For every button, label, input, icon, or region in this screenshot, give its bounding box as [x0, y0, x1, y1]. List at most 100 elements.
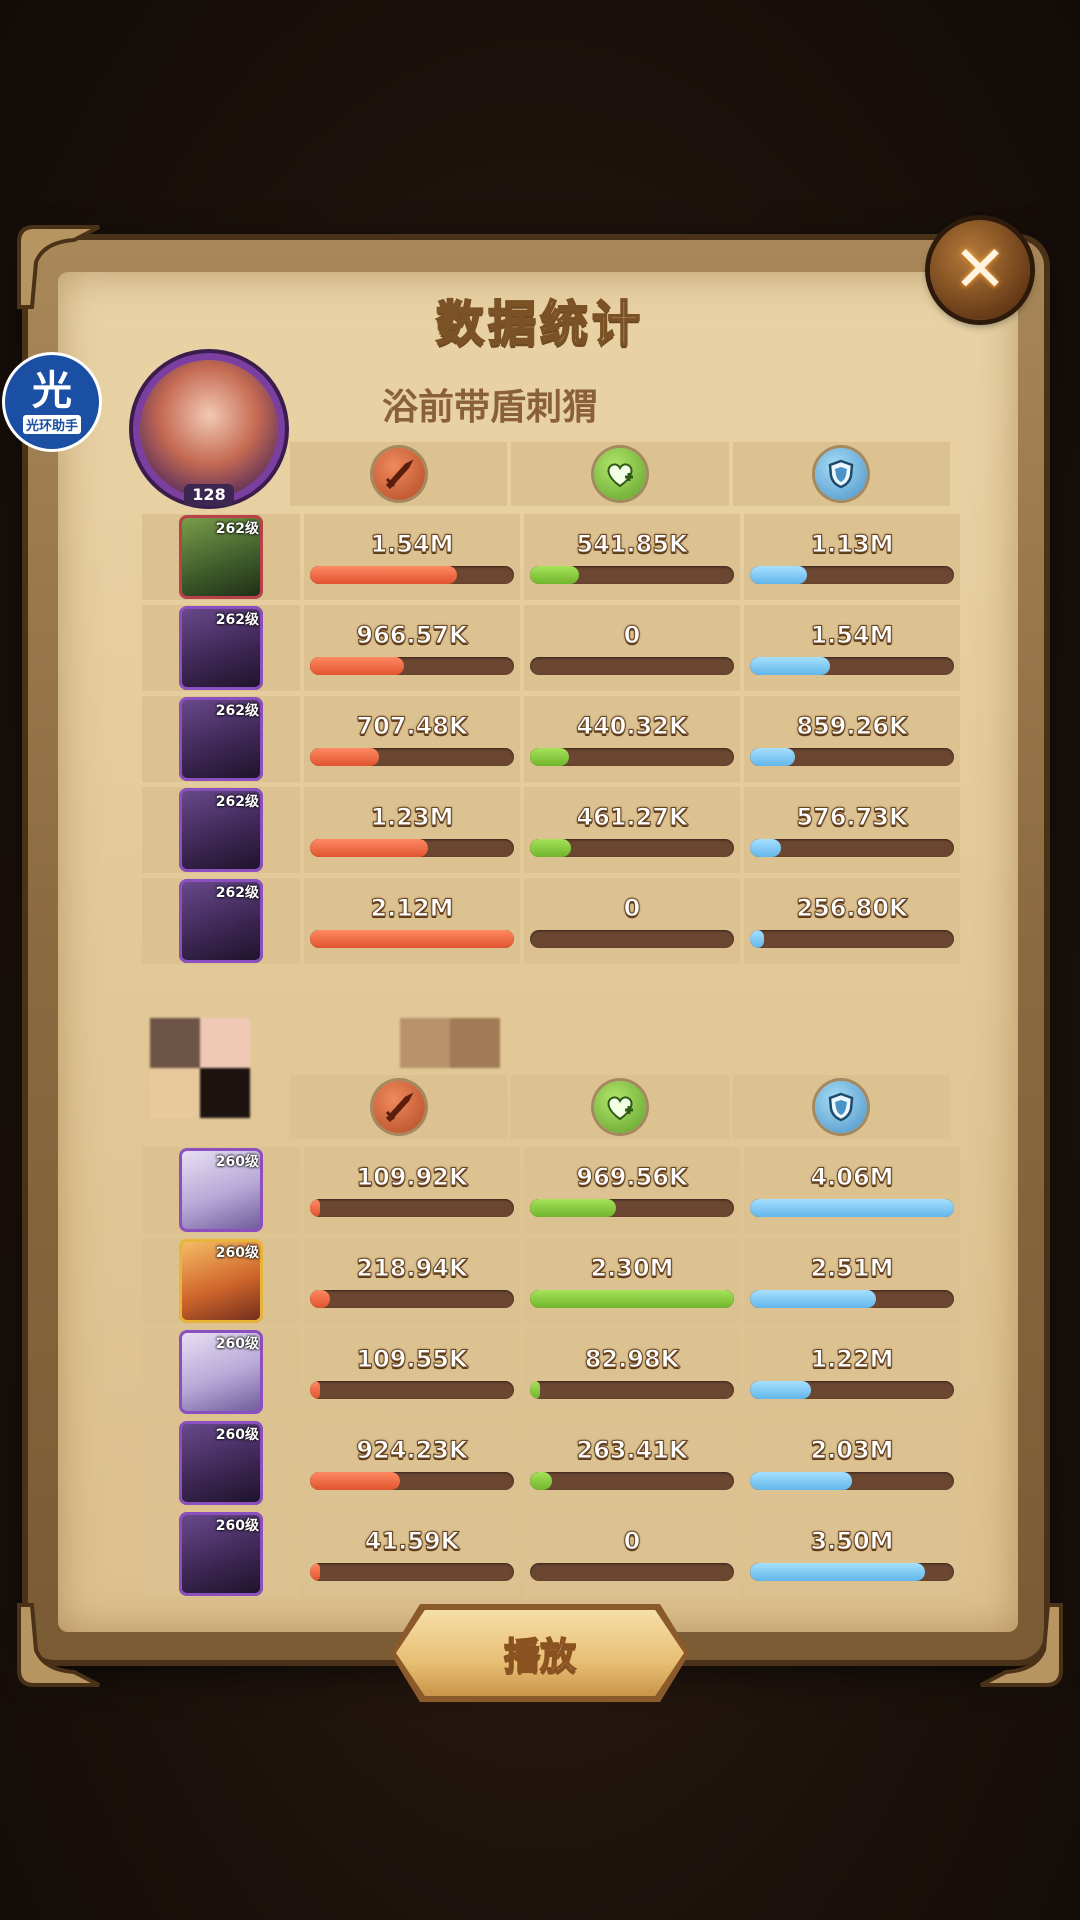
- heal-stat-cell: 82.98K: [524, 1329, 740, 1415]
- hero-portrait-cell: 260级: [142, 1147, 300, 1233]
- hero-portrait[interactable]: 262级: [179, 697, 263, 781]
- damage-bar-fill: [310, 1290, 331, 1308]
- damage-stat-cell: 218.94K: [304, 1238, 520, 1324]
- shield-bar-fill: [750, 1381, 812, 1399]
- header-damage: [290, 442, 508, 506]
- shield-bar: [750, 566, 954, 584]
- hero-level: 260级: [215, 1245, 259, 1261]
- hero-portrait[interactable]: 262级: [179, 515, 263, 599]
- shield-value: 2.03M: [810, 1436, 894, 1465]
- hero-portrait[interactable]: 262级: [179, 879, 263, 963]
- hero-portrait[interactable]: 262级: [179, 606, 263, 690]
- damage-stat-cell: 707.48K: [304, 696, 520, 782]
- shield-bar: [750, 1563, 954, 1581]
- heal-value: 0: [623, 621, 641, 650]
- shield-bar: [750, 1381, 954, 1399]
- watermark-glyph: 光: [32, 367, 72, 414]
- hero-stat-row: 262级 966.57K 0 1.54M: [142, 605, 960, 691]
- close-icon: ✕: [953, 233, 1007, 307]
- damage-stat-cell: 2.12M: [304, 878, 520, 964]
- shield-stat-cell: 1.13M: [744, 514, 960, 600]
- shield-bar-fill: [750, 1472, 852, 1490]
- hero-portrait[interactable]: 260级: [179, 1330, 263, 1414]
- hero-portrait[interactable]: 260级: [179, 1512, 263, 1596]
- close-button[interactable]: ✕: [930, 220, 1030, 320]
- damage-bar: [310, 1381, 514, 1399]
- page-title: 数据统计: [435, 295, 644, 353]
- damage-bar-fill: [310, 1472, 400, 1490]
- damage-value: 2.12M: [370, 894, 454, 923]
- damage-value: 966.57K: [356, 621, 468, 650]
- heal-bar-fill: [530, 1290, 734, 1308]
- watermark-logo: 光 光环助手: [2, 352, 102, 452]
- hero-level: 260级: [215, 1336, 259, 1352]
- hero-level: 262级: [215, 703, 259, 719]
- heal-value: 0: [623, 894, 641, 923]
- damage-bar-fill: [310, 657, 404, 675]
- header-shield: [732, 442, 950, 506]
- shield-value: 1.54M: [810, 621, 894, 650]
- shield-icon: [815, 448, 868, 500]
- heal-stat-cell: 0: [524, 1511, 740, 1597]
- heal-bar: [530, 748, 734, 766]
- damage-bar: [310, 1563, 514, 1581]
- hero-stat-row: 260级 924.23K 263.41K 2.03M: [142, 1420, 960, 1506]
- hero-level: 262级: [215, 794, 259, 810]
- damage-stat-cell: 41.59K: [304, 1511, 520, 1597]
- heal-value: 461.27K: [576, 803, 688, 832]
- hero-portrait[interactable]: 262级: [179, 788, 263, 872]
- player-name: 浴前带盾刺猬: [382, 387, 599, 428]
- shield-value: 2.51M: [810, 1254, 894, 1283]
- damage-value: 109.55K: [356, 1345, 468, 1374]
- damage-bar-fill: [310, 1381, 321, 1399]
- hero-stat-row: 262级 707.48K 440.32K 859.26K: [142, 696, 960, 782]
- hero-portrait[interactable]: 260级: [179, 1148, 263, 1232]
- damage-bar-fill: [310, 566, 457, 584]
- heal-bar: [530, 657, 734, 675]
- shield-stat-cell: 3.50M: [744, 1511, 960, 1597]
- hero-portrait-cell: 262级: [142, 787, 300, 873]
- opponent-avatar-censored: [150, 1018, 250, 1118]
- shield-stat-cell: 4.06M: [744, 1147, 960, 1233]
- shield-bar: [750, 657, 954, 675]
- shield-stat-cell: 576.73K: [744, 787, 960, 873]
- shield-value: 4.06M: [810, 1163, 894, 1192]
- header-damage: [290, 1075, 508, 1139]
- heal-bar: [530, 566, 734, 584]
- damage-bar-fill: [310, 748, 380, 766]
- hero-level: 260级: [215, 1518, 259, 1534]
- damage-bar: [310, 1290, 514, 1308]
- hero-portrait-cell: 262级: [142, 696, 300, 782]
- hero-stat-row: 262级 1.23M 461.27K 576.73K: [142, 787, 960, 873]
- frame-corner-ornament: [976, 1600, 1066, 1690]
- play-button[interactable]: 播放: [396, 1610, 684, 1696]
- damage-bar-fill: [310, 839, 429, 857]
- heal-stat-cell: 440.32K: [524, 696, 740, 782]
- shield-bar-fill: [750, 1290, 877, 1308]
- shield-bar-fill: [750, 1563, 926, 1581]
- heal-bar-fill: [530, 1472, 553, 1490]
- shield-stat-cell: 256.80K: [744, 878, 960, 964]
- damage-bar: [310, 748, 514, 766]
- heal-value: 969.56K: [576, 1163, 688, 1192]
- hero-portrait[interactable]: 260级: [179, 1421, 263, 1505]
- shield-stat-cell: 1.22M: [744, 1329, 960, 1415]
- hero-portrait-cell: 262级: [142, 605, 300, 691]
- shield-value: 1.13M: [810, 530, 894, 559]
- damage-bar: [310, 839, 514, 857]
- shield-value: 3.50M: [810, 1527, 894, 1556]
- shield-bar: [750, 1472, 954, 1490]
- shield-value: 1.22M: [810, 1345, 894, 1374]
- player-avatar[interactable]: 128: [140, 360, 278, 506]
- hero-portrait-cell: 260级: [142, 1329, 300, 1415]
- shield-stat-cell: 1.54M: [744, 605, 960, 691]
- hero-portrait[interactable]: 260级: [179, 1239, 263, 1323]
- play-button-label: 播放: [503, 1635, 577, 1678]
- hero-portrait-cell: 260级: [142, 1511, 300, 1597]
- heal-bar: [530, 1381, 734, 1399]
- hero-stat-row: 260级 218.94K 2.30M 2.51M: [142, 1238, 960, 1324]
- hero-level: 262级: [215, 521, 259, 537]
- hero-stat-row: 260级 109.55K 82.98K 1.22M: [142, 1329, 960, 1415]
- shield-stat-cell: 2.51M: [744, 1238, 960, 1324]
- heal-bar-fill: [530, 748, 569, 766]
